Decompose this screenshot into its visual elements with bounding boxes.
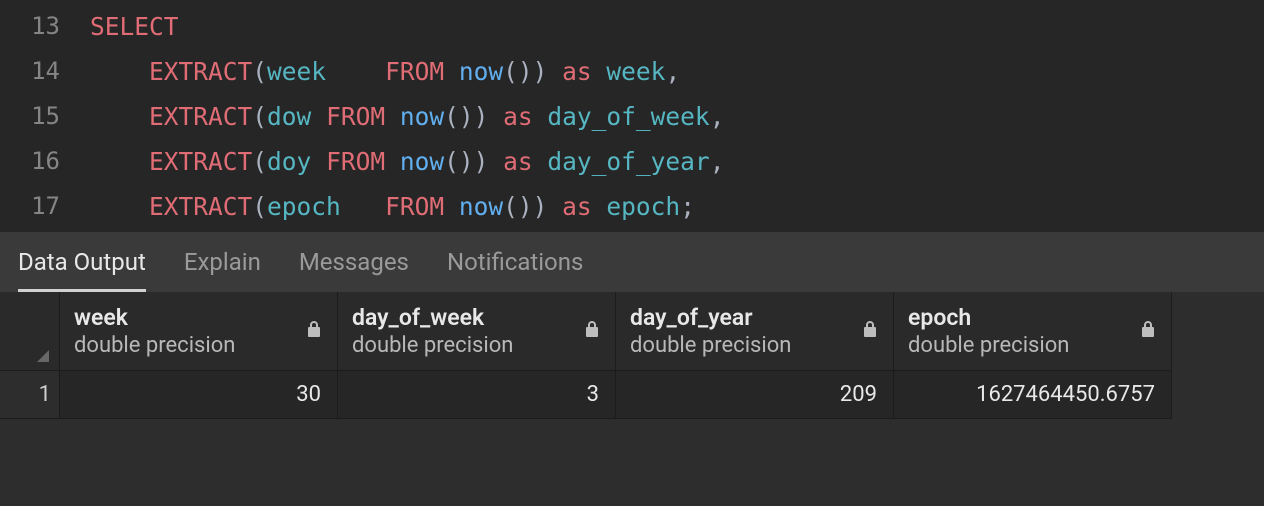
line-number: 16 bbox=[0, 139, 78, 184]
column-type: double precision bbox=[630, 333, 791, 358]
data-cell[interactable]: 1627464450.6757 bbox=[894, 371, 1172, 419]
column-type: double precision bbox=[74, 333, 235, 358]
column-header-row: week double precision day_of_week double… bbox=[0, 292, 1264, 371]
line-number-gutter: 13 14 15 16 17 bbox=[0, 0, 78, 232]
line-number: 14 bbox=[0, 49, 78, 94]
result-grid: week double precision day_of_week double… bbox=[0, 292, 1264, 419]
tab-notifications[interactable]: Notifications bbox=[447, 234, 583, 290]
column-header[interactable]: day_of_week double precision bbox=[338, 292, 616, 371]
data-cell[interactable]: 30 bbox=[60, 371, 338, 419]
tab-data-output[interactable]: Data Output bbox=[18, 234, 146, 290]
line-number: 15 bbox=[0, 94, 78, 139]
data-cell[interactable]: 209 bbox=[616, 371, 894, 419]
lock-icon bbox=[305, 319, 323, 343]
row-number: 1 bbox=[0, 371, 60, 419]
column-header[interactable]: day_of_year double precision bbox=[616, 292, 894, 371]
lock-icon bbox=[1139, 319, 1157, 343]
tab-explain[interactable]: Explain bbox=[184, 234, 261, 290]
empty-area bbox=[0, 419, 1264, 506]
row-number-header bbox=[0, 292, 60, 371]
column-type: double precision bbox=[352, 333, 513, 358]
sql-editor[interactable]: 13 14 15 16 17 SELECT EXTRACT(week FROM … bbox=[0, 0, 1264, 232]
column-type: double precision bbox=[908, 333, 1069, 358]
line-number: 13 bbox=[0, 4, 78, 49]
column-header[interactable]: week double precision bbox=[60, 292, 338, 371]
table-row[interactable]: 1 30 3 209 1627464450.6757 bbox=[0, 371, 1264, 419]
column-header[interactable]: epoch double precision bbox=[894, 292, 1172, 371]
line-number: 17 bbox=[0, 184, 78, 229]
lock-icon bbox=[861, 319, 879, 343]
data-cell[interactable]: 3 bbox=[338, 371, 616, 419]
code-area[interactable]: SELECT EXTRACT(week FROM now()) as week,… bbox=[78, 0, 1264, 232]
tab-messages[interactable]: Messages bbox=[299, 234, 409, 290]
column-name: epoch bbox=[908, 304, 1069, 331]
triangle-icon bbox=[35, 348, 51, 364]
column-name: week bbox=[74, 304, 235, 331]
lock-icon bbox=[583, 319, 601, 343]
column-name: day_of_week bbox=[352, 304, 513, 331]
column-name: day_of_year bbox=[630, 304, 791, 331]
result-tabs: Data Output Explain Messages Notificatio… bbox=[0, 232, 1264, 292]
